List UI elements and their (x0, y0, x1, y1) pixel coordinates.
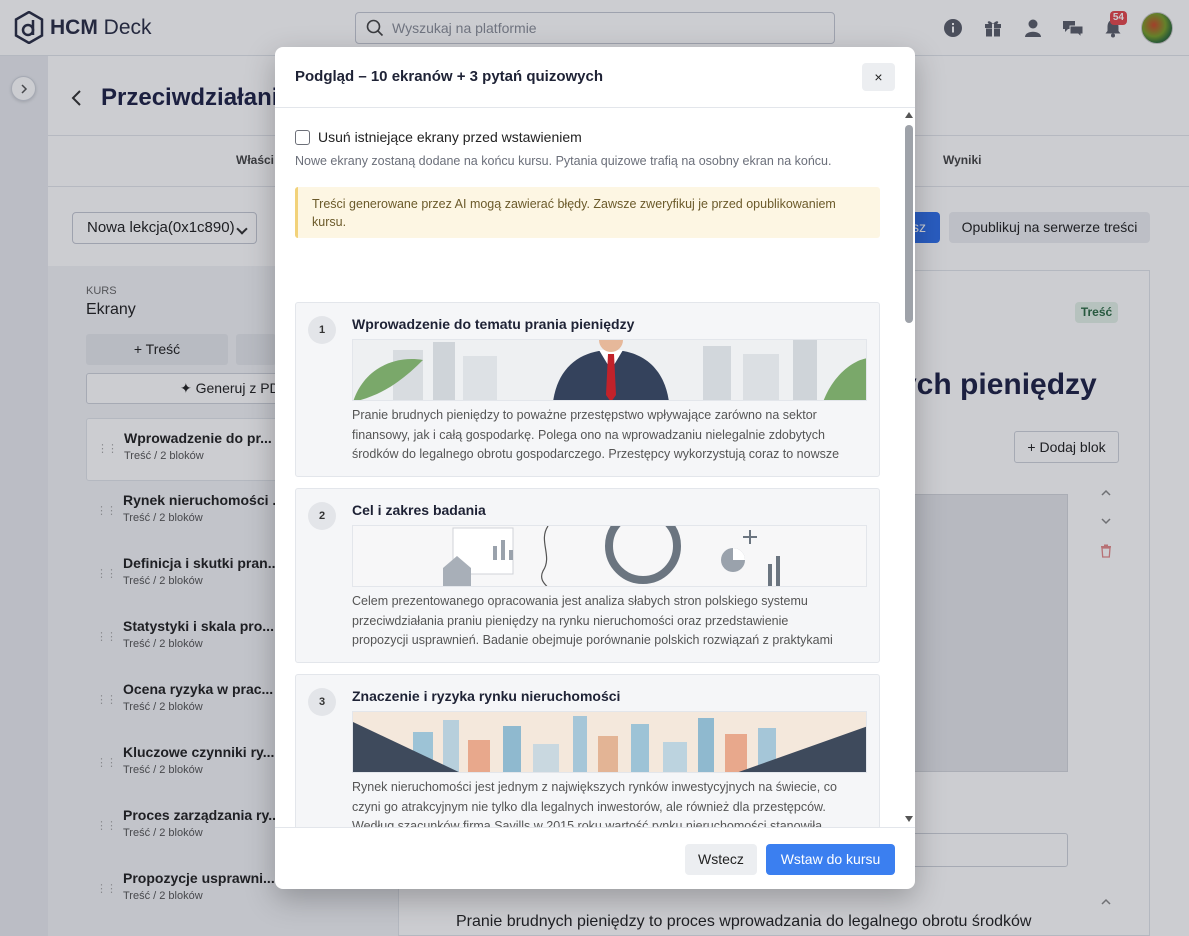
modal-header: Podgląd – 10 ekranów + 3 pytań quizowych… (275, 47, 915, 108)
businessman-image-icon (353, 340, 866, 400)
city-skyline-image-icon (353, 712, 866, 772)
scroll-thumb[interactable] (905, 125, 913, 323)
screen-number: 3 (308, 688, 336, 716)
ai-warning: Treści generowane przez AI mogą zawierać… (295, 187, 880, 238)
modal-title: Podgląd – 10 ekranów + 3 pytań quizowych (295, 68, 603, 85)
card-image (352, 339, 867, 401)
modal-footer: Wstecz Wstaw do kursu (275, 827, 915, 889)
screen-card-text: Celem prezentowanego opracowania jest an… (352, 594, 833, 647)
card-image (352, 711, 867, 773)
delete-existing-checkbox[interactable] (295, 129, 310, 145)
screen-card-title: Znaczenie i ryzyka rynku nieruchomości (352, 688, 621, 704)
analysis-image-icon (353, 526, 866, 586)
hint-text: Nowe ekrany zostaną dodane na końcu kurs… (295, 154, 832, 168)
preview-modal: Podgląd – 10 ekranów + 3 pytań quizowych… (275, 47, 915, 889)
screen-card: 3 Znaczenie i ryzyka rynku nieruchomości (295, 674, 880, 827)
scroll-up-icon[interactable] (905, 112, 913, 118)
screen-card: 2 Cel i zakres badania Celem prezentowan… (295, 488, 880, 663)
screen-card-text: Pranie brudnych pieniędzy to poważne prz… (352, 408, 840, 461)
delete-existing-checkbox-row[interactable]: Usuń istniejące ekrany przed wstawieniem (295, 129, 582, 145)
card-image (352, 525, 867, 587)
screen-number: 2 (308, 502, 336, 530)
scroll-down-icon[interactable] (905, 816, 913, 822)
close-button[interactable]: × (862, 63, 895, 91)
screen-card: 1 Wprowadzenie do tematu prania pieniędz… (295, 302, 880, 477)
modal-scrollbar[interactable] (902, 109, 915, 827)
insert-to-course-button[interactable]: Wstaw do kursu (766, 844, 895, 875)
screen-card-title: Wprowadzenie do tematu prania pieniędzy (352, 316, 635, 332)
screen-number: 1 (308, 316, 336, 344)
back-button[interactable]: Wstecz (685, 844, 757, 875)
screen-card-text: Rynek nieruchomości jest jednym z najwię… (352, 780, 837, 827)
checkbox-label[interactable]: Usuń istniejące ekrany przed wstawieniem (318, 129, 582, 145)
screen-card-title: Cel i zakres badania (352, 502, 486, 518)
modal-body: Usuń istniejące ekrany przed wstawieniem… (275, 109, 903, 827)
